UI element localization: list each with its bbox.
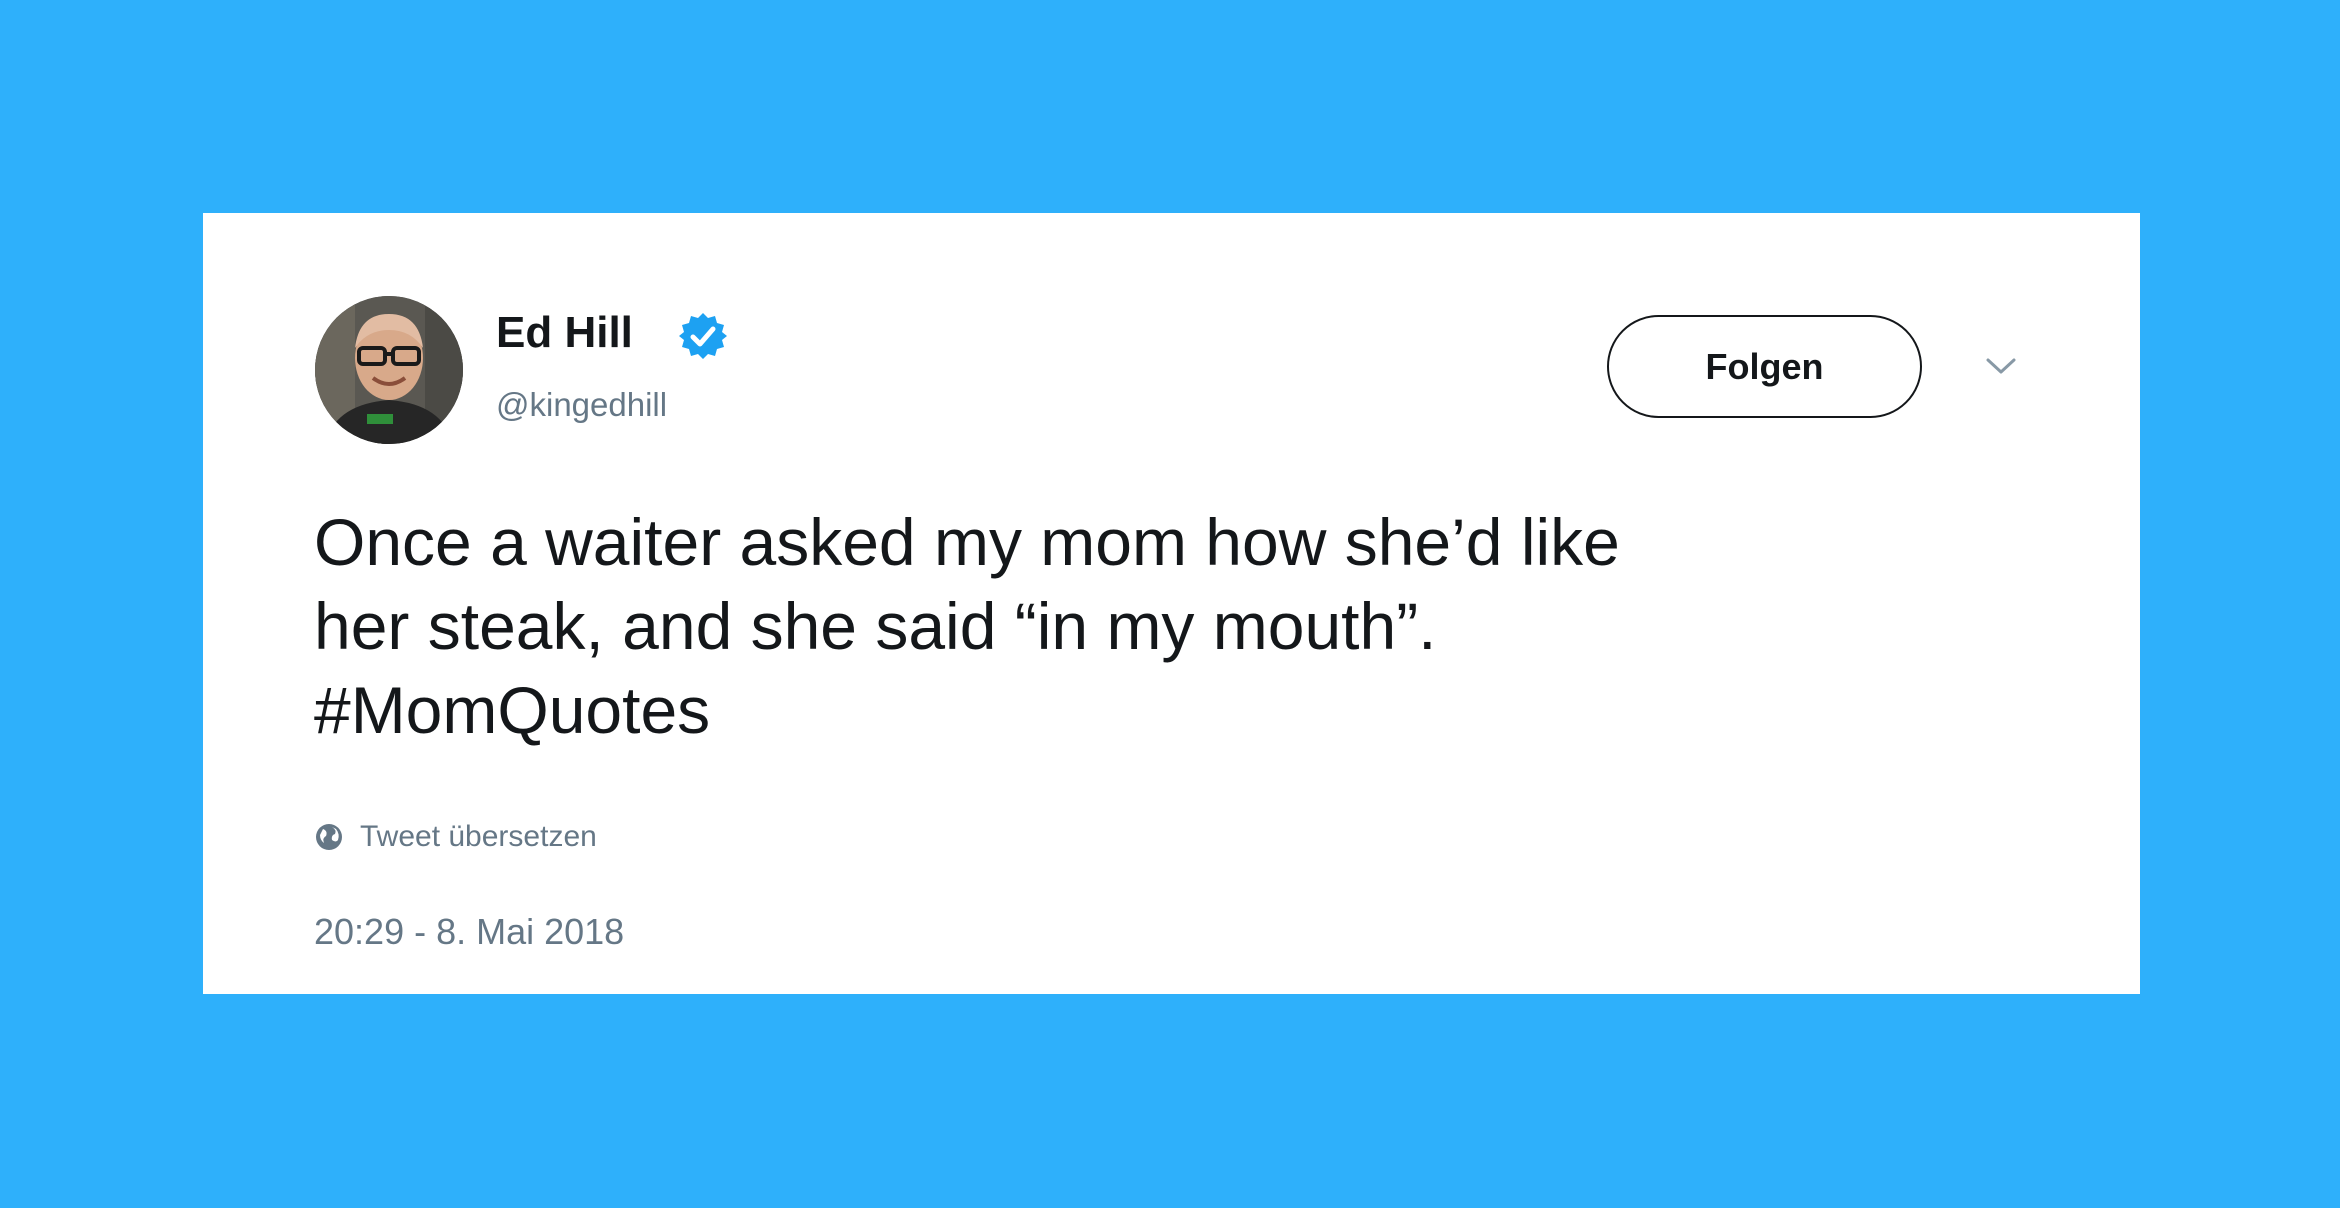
follow-button[interactable]: Folgen — [1607, 315, 1922, 418]
translate-label: Tweet übersetzen — [360, 820, 597, 853]
display-name[interactable]: Ed Hill — [496, 311, 633, 355]
avatar[interactable] — [315, 296, 463, 444]
user-handle[interactable]: @kingedhill — [496, 388, 667, 421]
chevron-down-icon[interactable] — [1985, 356, 2017, 376]
tweet-card: Ed Hill @kingedhill Folgen Once a waiter… — [203, 213, 2140, 994]
tweet-timestamp[interactable]: 20:29 - 8. Mai 2018 — [314, 914, 624, 950]
tweet-text-line: her steak, and she said “in my mouth”. — [314, 589, 1437, 663]
verified-badge-icon — [679, 313, 727, 359]
hashtag-link[interactable]: #MomQuotes — [314, 668, 2074, 752]
tweet-text-line: Once a waiter asked my mom how she’d lik… — [314, 505, 1620, 579]
follow-button-label: Folgen — [1705, 345, 1824, 387]
tweet-text: Once a waiter asked my mom how she’d lik… — [314, 500, 2074, 752]
globe-icon — [316, 824, 342, 850]
translate-tweet-link[interactable]: Tweet übersetzen — [314, 817, 597, 857]
